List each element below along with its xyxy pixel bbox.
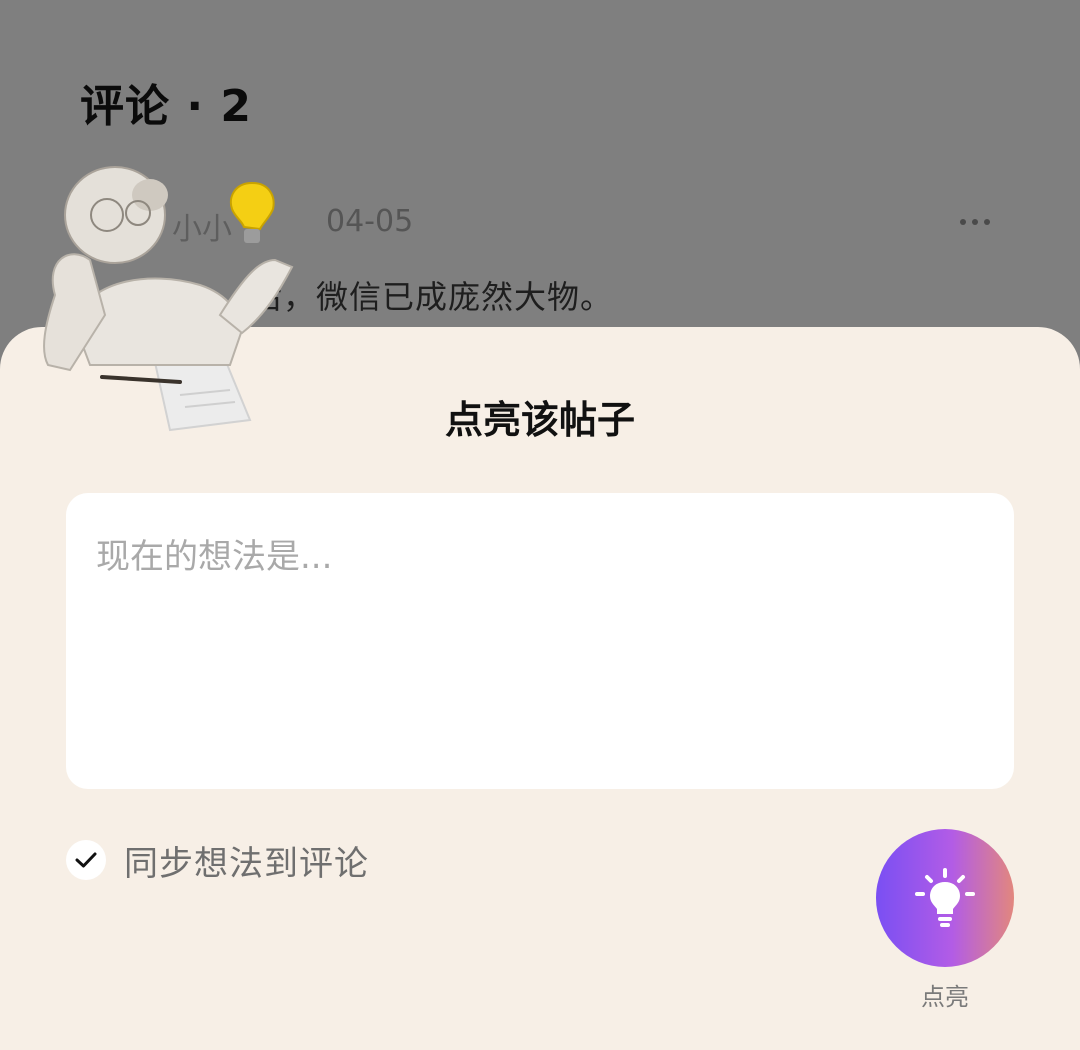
lightbulb-icon [915,868,975,927]
comments-title: 评论 · 2 [80,81,252,132]
sync-label: 同步想法到评论 [124,843,369,884]
check-icon[interactable] [66,840,106,880]
light-up-button[interactable] [876,829,1014,967]
thought-input[interactable] [66,493,1014,789]
light-post-sheet: 点亮该帖子 同步想法到评论 点亮 [0,327,1080,1050]
comment-time: 04-05 [326,204,414,239]
robot-with-lightbulb-illustration [43,166,294,432]
light-button-label: 点亮 [921,983,969,1011]
sync-to-comment-toggle[interactable]: 同步想法到评论 [66,840,369,884]
more-icon[interactable] [960,212,1000,232]
